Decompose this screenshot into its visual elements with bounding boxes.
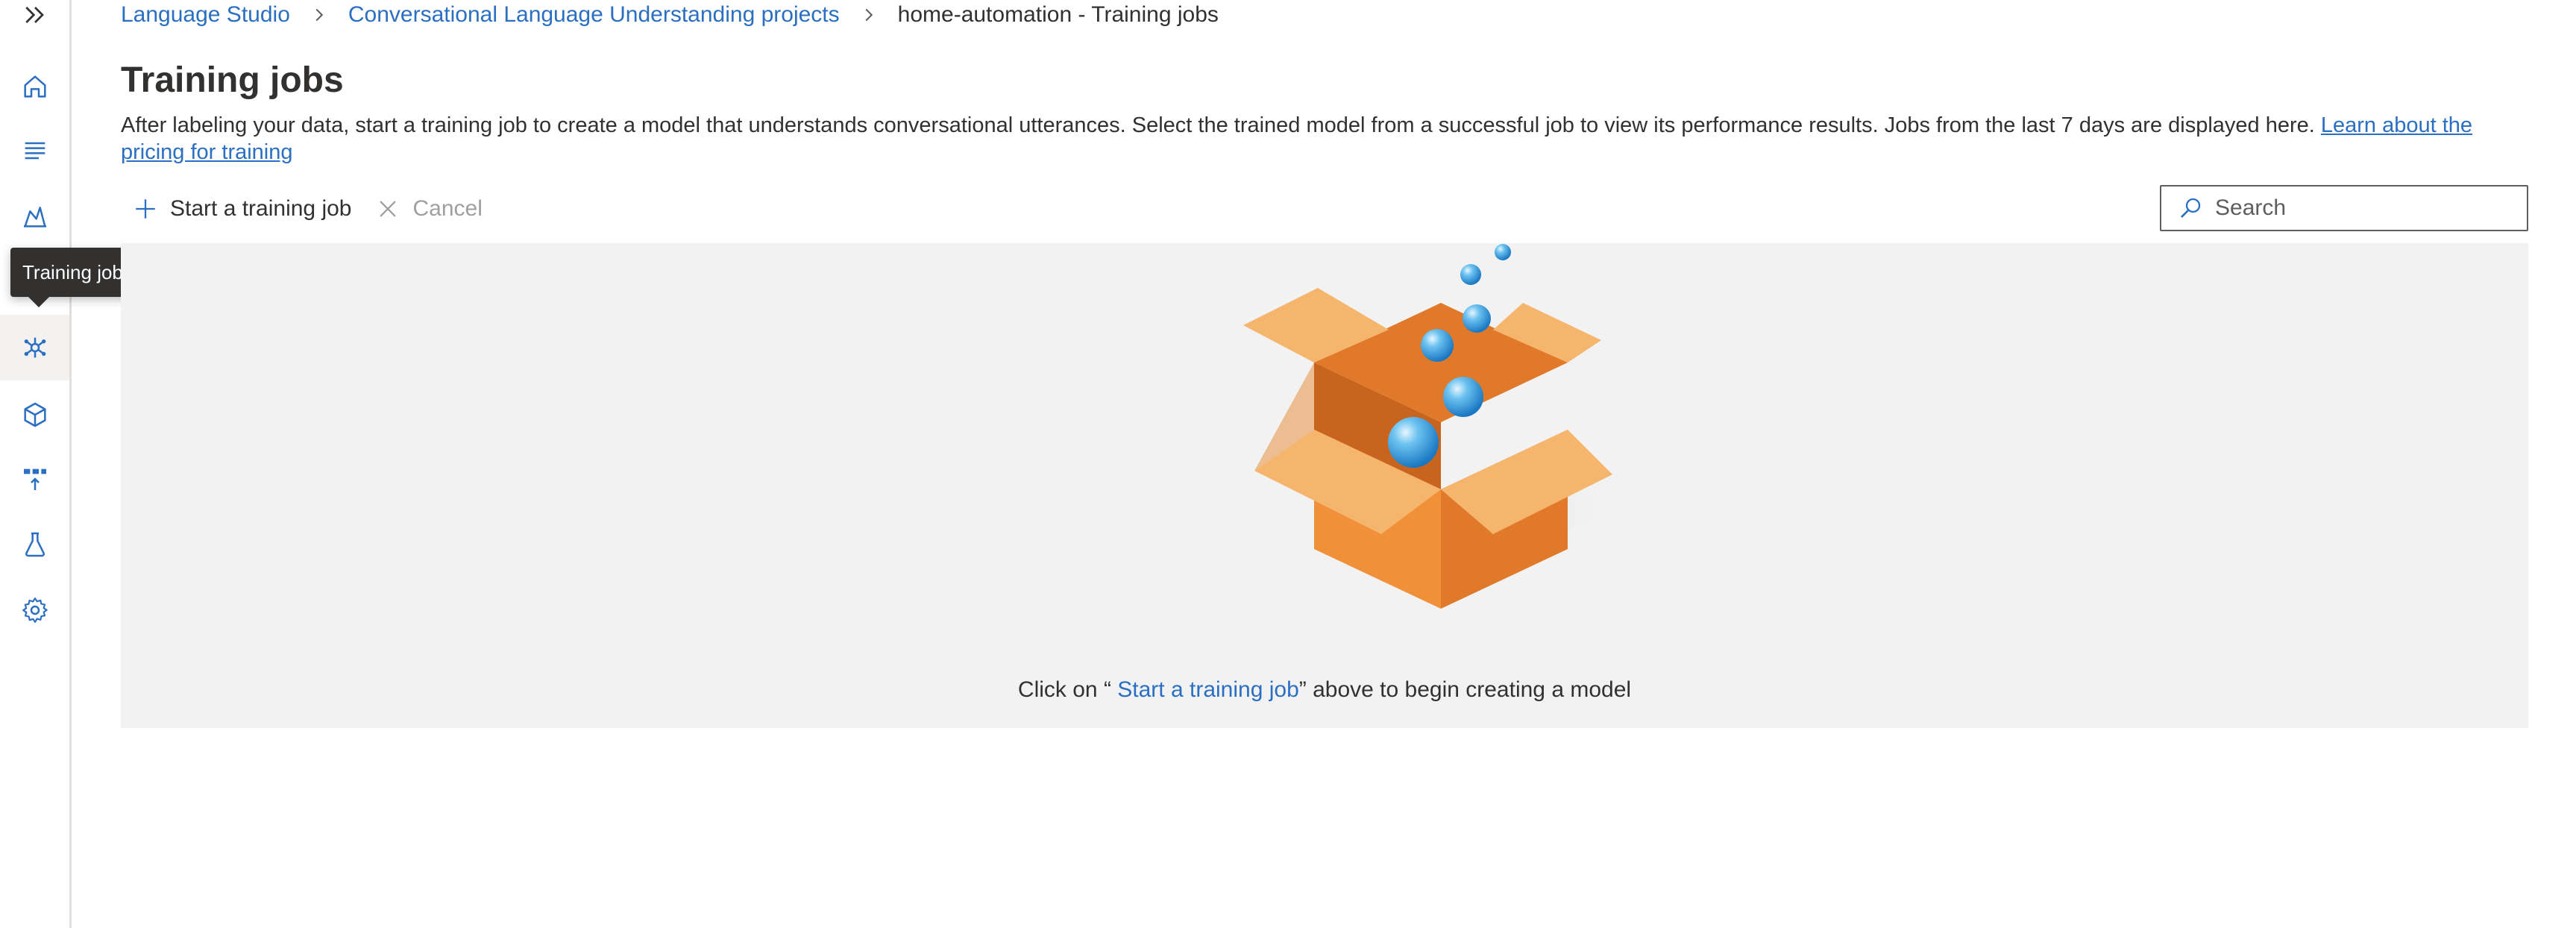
page-description: After labeling your data, start a traini… <box>121 112 2537 166</box>
plus-icon <box>136 199 155 219</box>
command-bar: Start a training job Cancel <box>121 188 494 230</box>
home-icon <box>23 75 46 98</box>
cancel-button[interactable]: Cancel <box>363 188 494 230</box>
open-box-illustration <box>1243 244 1612 609</box>
start-training-job-label: Start a training job <box>170 196 352 221</box>
training-jobs-icon <box>24 337 45 358</box>
close-icon <box>380 201 397 217</box>
search-icon <box>2181 198 2201 218</box>
deploy-icon <box>23 468 46 490</box>
search-box[interactable] <box>2160 185 2528 231</box>
nav-item-model-performance[interactable] <box>0 382 69 448</box>
start-training-job-link[interactable]: Start a training job <box>1117 677 1298 702</box>
start-training-job-button[interactable]: Start a training job <box>121 188 363 230</box>
left-nav-rail <box>0 0 72 928</box>
nav-item-settings[interactable] <box>0 577 69 643</box>
tooltip-beak <box>28 297 49 307</box>
cancel-label: Cancel <box>412 196 483 221</box>
breadcrumb: Language Studio Conversational Language … <box>121 0 1219 30</box>
nav-item-testing[interactable] <box>0 512 69 577</box>
text-list-icon <box>25 142 45 160</box>
description-text: After labeling your data, start a traini… <box>121 113 2321 137</box>
empty-state-message: Click on “ Start a training job” above t… <box>121 677 2528 703</box>
model-performance-icon <box>23 402 46 427</box>
breadcrumb-clu-projects[interactable]: Conversational Language Understanding pr… <box>348 2 840 28</box>
chevron-right-icon <box>308 4 330 26</box>
breadcrumb-current: home-automation - Training jobs <box>897 2 1219 27</box>
expand-nav-button[interactable] <box>0 0 69 30</box>
data-labeling-icon <box>23 207 46 228</box>
empty-message-prefix: Click on “ <box>1017 677 1118 702</box>
search-input[interactable] <box>2214 195 2515 222</box>
page-title: Training jobs <box>121 60 344 100</box>
test-flask-icon <box>25 532 45 557</box>
chevron-right-icon <box>858 4 880 26</box>
breadcrumb-language-studio[interactable]: Language Studio <box>121 2 290 28</box>
empty-state-panel: Click on “ Start a training job” above t… <box>121 243 2528 728</box>
double-chevron-right-icon <box>25 7 44 23</box>
nav-item-deploy[interactable] <box>0 446 69 512</box>
nav-item-home[interactable] <box>0 54 69 119</box>
nav-item-training-jobs[interactable] <box>0 315 69 380</box>
nav-item-data-labeling[interactable] <box>0 184 69 249</box>
gear-icon <box>22 598 48 623</box>
app-window: Training jobs Language Studio Conversati… <box>0 0 2576 928</box>
nav-item-schema[interactable] <box>0 118 69 184</box>
empty-message-suffix: ” above to begin creating a model <box>1298 677 1632 702</box>
